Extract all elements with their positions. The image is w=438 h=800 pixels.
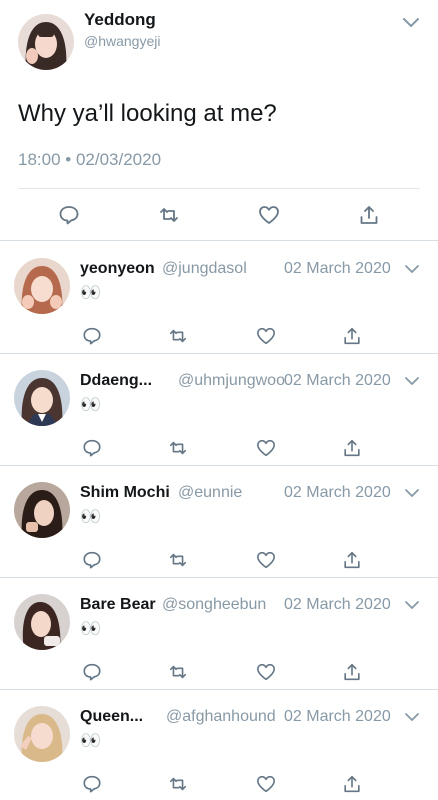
reply-text: 👀	[80, 731, 102, 750]
chevron-down-icon[interactable]	[402, 17, 420, 29]
reply-author-handle[interactable]: @songheebun	[162, 596, 266, 614]
reply-author-handle[interactable]: @jungdasol	[162, 260, 247, 278]
reply-date: 02 March 2020	[284, 596, 391, 613]
reply-icon[interactable]	[82, 662, 102, 682]
main-tweet: Yeddong @hwangyeji Why ya’ll looking at …	[0, 0, 438, 240]
avatar[interactable]	[14, 482, 70, 538]
like-icon[interactable]	[256, 438, 276, 458]
reply-author-handle[interactable]: @eunnie	[178, 484, 242, 502]
reply-icon[interactable]	[82, 774, 102, 794]
reply-date: 02 March 2020	[284, 484, 391, 501]
author-handle[interactable]: @hwangyeji	[84, 33, 160, 49]
reply-icon[interactable]	[82, 326, 102, 346]
reply-text: 👀	[80, 395, 102, 414]
reply-text: 👀	[80, 619, 102, 638]
avatar[interactable]	[14, 258, 70, 314]
reply-author-name[interactable]: Shim Mochi	[80, 484, 170, 502]
retweet-icon[interactable]	[168, 662, 188, 682]
retweet-icon[interactable]	[158, 204, 180, 226]
reply-author-name[interactable]: yeonyeon	[80, 260, 155, 278]
reply-icon[interactable]	[82, 550, 102, 570]
share-icon[interactable]	[342, 774, 362, 794]
avatar[interactable]	[14, 594, 70, 650]
like-icon[interactable]	[256, 662, 276, 682]
like-icon[interactable]	[256, 326, 276, 346]
avatar[interactable]	[14, 370, 70, 426]
reply-date: 02 March 2020	[284, 260, 391, 277]
chevron-down-icon[interactable]	[404, 488, 420, 498]
chevron-down-icon[interactable]	[404, 712, 420, 722]
share-icon[interactable]	[342, 326, 362, 346]
share-icon[interactable]	[358, 204, 380, 226]
tweet-actions	[0, 204, 438, 226]
reply-icon[interactable]	[82, 438, 102, 458]
reply-tweet[interactable]: yeonyeon @jungdasol 02 March 2020 👀	[0, 242, 438, 354]
reply-author-name[interactable]: Bare Bear	[80, 596, 156, 614]
reply-actions	[0, 326, 438, 346]
reply-tweet[interactable]: Ddaeng... @uhmjungwoo 02 March 2020 👀	[0, 354, 438, 466]
reply-actions	[0, 662, 438, 682]
chevron-down-icon[interactable]	[404, 600, 420, 610]
reply-icon[interactable]	[58, 204, 80, 226]
reply-text: 👀	[80, 283, 102, 302]
reply-actions	[0, 774, 438, 794]
reply-actions	[0, 550, 438, 570]
retweet-icon[interactable]	[168, 326, 188, 346]
reply-author-name[interactable]: Ddaeng...	[80, 372, 152, 390]
reply-author-handle[interactable]: @afghanhound	[166, 708, 276, 726]
reply-tweet[interactable]: Bare Bear @songheebun 02 March 2020 👀	[0, 578, 438, 690]
retweet-icon[interactable]	[168, 550, 188, 570]
reply-date: 02 March 2020	[284, 372, 391, 389]
reply-text: 👀	[80, 507, 102, 526]
like-icon[interactable]	[256, 774, 276, 794]
retweet-icon[interactable]	[168, 774, 188, 794]
reply-author-name[interactable]: Queen...	[80, 708, 143, 726]
reply-tweet[interactable]: Queen... @afghanhound 02 March 2020 👀	[0, 690, 438, 800]
like-icon[interactable]	[256, 550, 276, 570]
share-icon[interactable]	[342, 550, 362, 570]
like-icon[interactable]	[258, 204, 280, 226]
tweet-timestamp: 18:00 • 02/03/2020	[18, 150, 162, 169]
avatar[interactable]	[14, 706, 70, 762]
share-icon[interactable]	[342, 662, 362, 682]
divider	[0, 240, 438, 241]
retweet-icon[interactable]	[168, 438, 188, 458]
author-name[interactable]: Yeddong	[84, 10, 156, 30]
share-icon[interactable]	[342, 438, 362, 458]
reply-tweet[interactable]: Shim Mochi @eunnie 02 March 2020 👀	[0, 466, 438, 578]
divider	[18, 188, 420, 189]
chevron-down-icon[interactable]	[404, 376, 420, 386]
reply-date: 02 March 2020	[284, 708, 391, 725]
reply-author-handle[interactable]: @uhmjungwoo	[178, 372, 285, 390]
tweet-text: Why ya’ll looking at me?	[18, 100, 277, 127]
avatar[interactable]	[18, 14, 74, 70]
chevron-down-icon[interactable]	[404, 264, 420, 274]
reply-actions	[0, 438, 438, 458]
